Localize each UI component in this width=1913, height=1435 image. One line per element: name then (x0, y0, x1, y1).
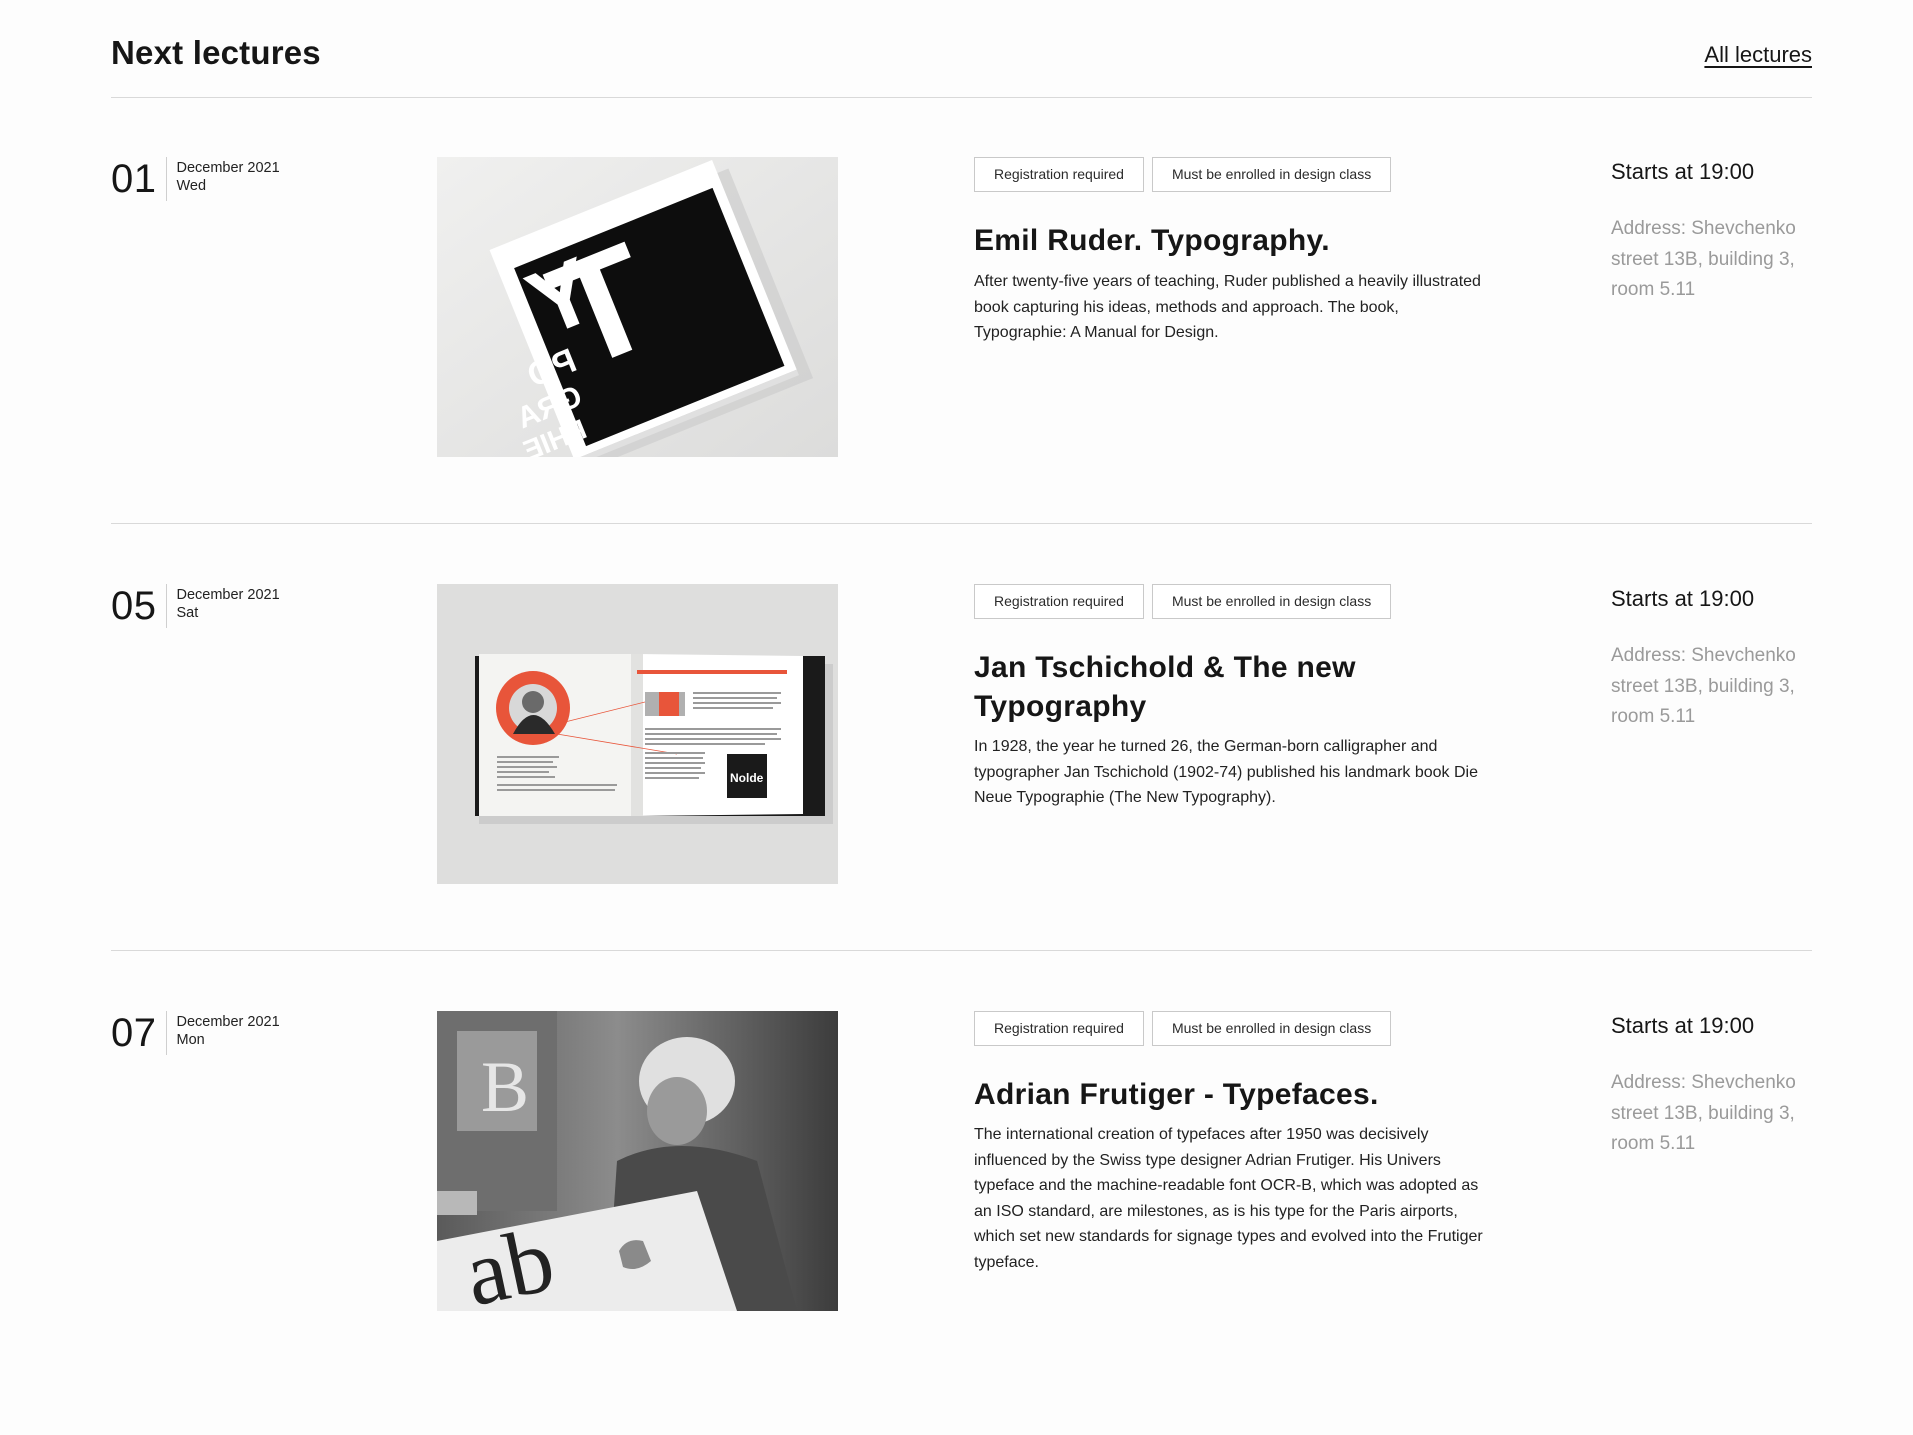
lecture-image-frutiger-portrait[interactable]: B ab (437, 1011, 838, 1311)
lecture-weekday: Sat (176, 605, 199, 621)
book-cover-illustration: T Y PO GRA PHIE (437, 157, 838, 457)
lecture-start-time: Starts at 19:00 (1611, 586, 1755, 611)
lecture-address: Address: Shevchenko street 13B, building… (1611, 218, 1796, 300)
lecture-address: Address: Shevchenko street 13B, building… (1611, 645, 1796, 727)
lecture-start-time: Starts at 19:00 (1611, 1013, 1755, 1038)
lecture-description: The international creation of typefaces … (974, 1126, 1483, 1271)
tag-enrolled-design-class: Must be enrolled in design class (1151, 1011, 1392, 1046)
lecture-day-number: 05 (111, 584, 167, 628)
lecture-title[interactable]: Adrian Frutiger - Typefaces. (974, 1075, 1454, 1114)
lecture-weekday: Wed (176, 178, 207, 194)
tag-registration-required: Registration required (974, 1011, 1144, 1046)
lecture-month: December 2021 (176, 160, 280, 176)
lecture-tags: Registration required Must be enrolled i… (974, 1011, 1392, 1046)
tag-enrolled-design-class: Must be enrolled in design class (1151, 157, 1392, 192)
lecture-item: 05 December 2021 Sat Nolde Registration … (111, 524, 1812, 951)
lecture-date: 07 December 2021 Mon (111, 1011, 280, 1055)
lecture-weekday: Mon (176, 1032, 205, 1048)
lecture-month: December 2021 (176, 1014, 280, 1030)
lecture-address: Address: Shevchenko street 13B, building… (1611, 1072, 1796, 1154)
lectures-page: Next lectures All lectures 01 December 2… (0, 0, 1913, 1435)
portrait-photo-illustration: B ab (437, 1011, 838, 1311)
tag-registration-required: Registration required (974, 157, 1144, 192)
lecture-tags: Registration required Must be enrolled i… (974, 584, 1392, 619)
lecture-date: 01 December 2021 Wed (111, 157, 280, 201)
lecture-description: In 1928, the year he turned 26, the Germ… (974, 738, 1478, 807)
lecture-tags: Registration required Must be enrolled i… (974, 157, 1392, 192)
lecture-image-tschichold-book[interactable]: Nolde (437, 584, 838, 884)
lecture-item: 01 December 2021 Wed T Y PO GRA PHIE Reg… (111, 97, 1812, 524)
tag-registration-required: Registration required (974, 584, 1144, 619)
section-title: Next lectures (111, 34, 321, 71)
lecture-title[interactable]: Jan Tschichold & The new Typography (974, 648, 1454, 726)
lecture-image-emil-ruder-book[interactable]: T Y PO GRA PHIE (437, 157, 838, 457)
lecture-day-number: 01 (111, 157, 167, 201)
lecture-start-time: Starts at 19:00 (1611, 159, 1755, 184)
lecture-item: 07 December 2021 Mon B ab Registration r… (111, 951, 1812, 1377)
lecture-day-number: 07 (111, 1011, 167, 1055)
photo-letter-b: B (481, 1047, 529, 1127)
lecture-title[interactable]: Emil Ruder. Typography. (974, 221, 1454, 260)
open-book-illustration: Nolde (437, 584, 838, 884)
lecture-date: 05 December 2021 Sat (111, 584, 280, 628)
tag-enrolled-design-class: Must be enrolled in design class (1151, 584, 1392, 619)
lecture-month: December 2021 (176, 587, 280, 603)
all-lectures-link[interactable]: All lectures (1704, 42, 1812, 68)
section-header: Next lectures All lectures (111, 0, 1812, 98)
book-nolde-label: Nolde (730, 771, 764, 785)
lecture-description: After twenty-five years of teaching, Rud… (974, 273, 1481, 342)
